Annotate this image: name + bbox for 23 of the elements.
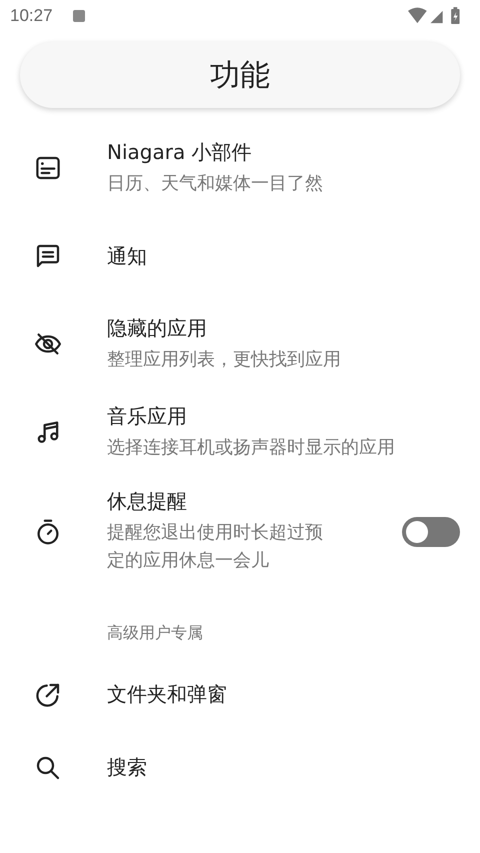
item-title: Niagara 小部件	[107, 138, 253, 166]
notification-icon	[72, 10, 85, 22]
settings-item[interactable]: 音乐应用 选择连接耳机或扬声器时显示的应用	[0, 388, 480, 476]
item-title: 隐藏的应用	[107, 314, 208, 342]
status-time: 10:27	[10, 6, 53, 26]
settings-item[interactable]: 隐藏的应用 整理应用列表，更快找到应用	[0, 300, 480, 388]
settings-item[interactable]: Niagara 小部件 日历、天气和媒体一目了然	[0, 124, 480, 212]
item-title: 通知	[107, 242, 148, 270]
item-description: 整理应用列表，更快找到应用	[107, 348, 342, 372]
settings-item[interactable]: 休息提醒 提醒您退出使用时长超过预定的应用休息一会儿	[0, 476, 480, 587]
item-title: 搜索	[107, 754, 148, 781]
item-title: 休息提醒	[107, 488, 188, 515]
page-title: 功能	[210, 56, 270, 94]
item-description: 提醒您退出使用时长超过预定的应用休息一会儿	[107, 521, 324, 573]
item-title: 文件夹和弹窗	[107, 681, 228, 708]
item-title: 音乐应用	[107, 402, 188, 430]
section-header: 高级用户专属	[106, 622, 204, 644]
settings-item[interactable]: 文件夹和弹窗	[0, 658, 480, 731]
item-description: 选择连接耳机或扬声器时显示的应用	[107, 436, 396, 460]
settings-item[interactable]: 搜索	[0, 731, 480, 804]
settings-item[interactable]: 通知	[0, 212, 480, 300]
item-description: 日历、天气和媒体一目了然	[107, 172, 324, 196]
toggle-switch[interactable]	[402, 516, 460, 546]
